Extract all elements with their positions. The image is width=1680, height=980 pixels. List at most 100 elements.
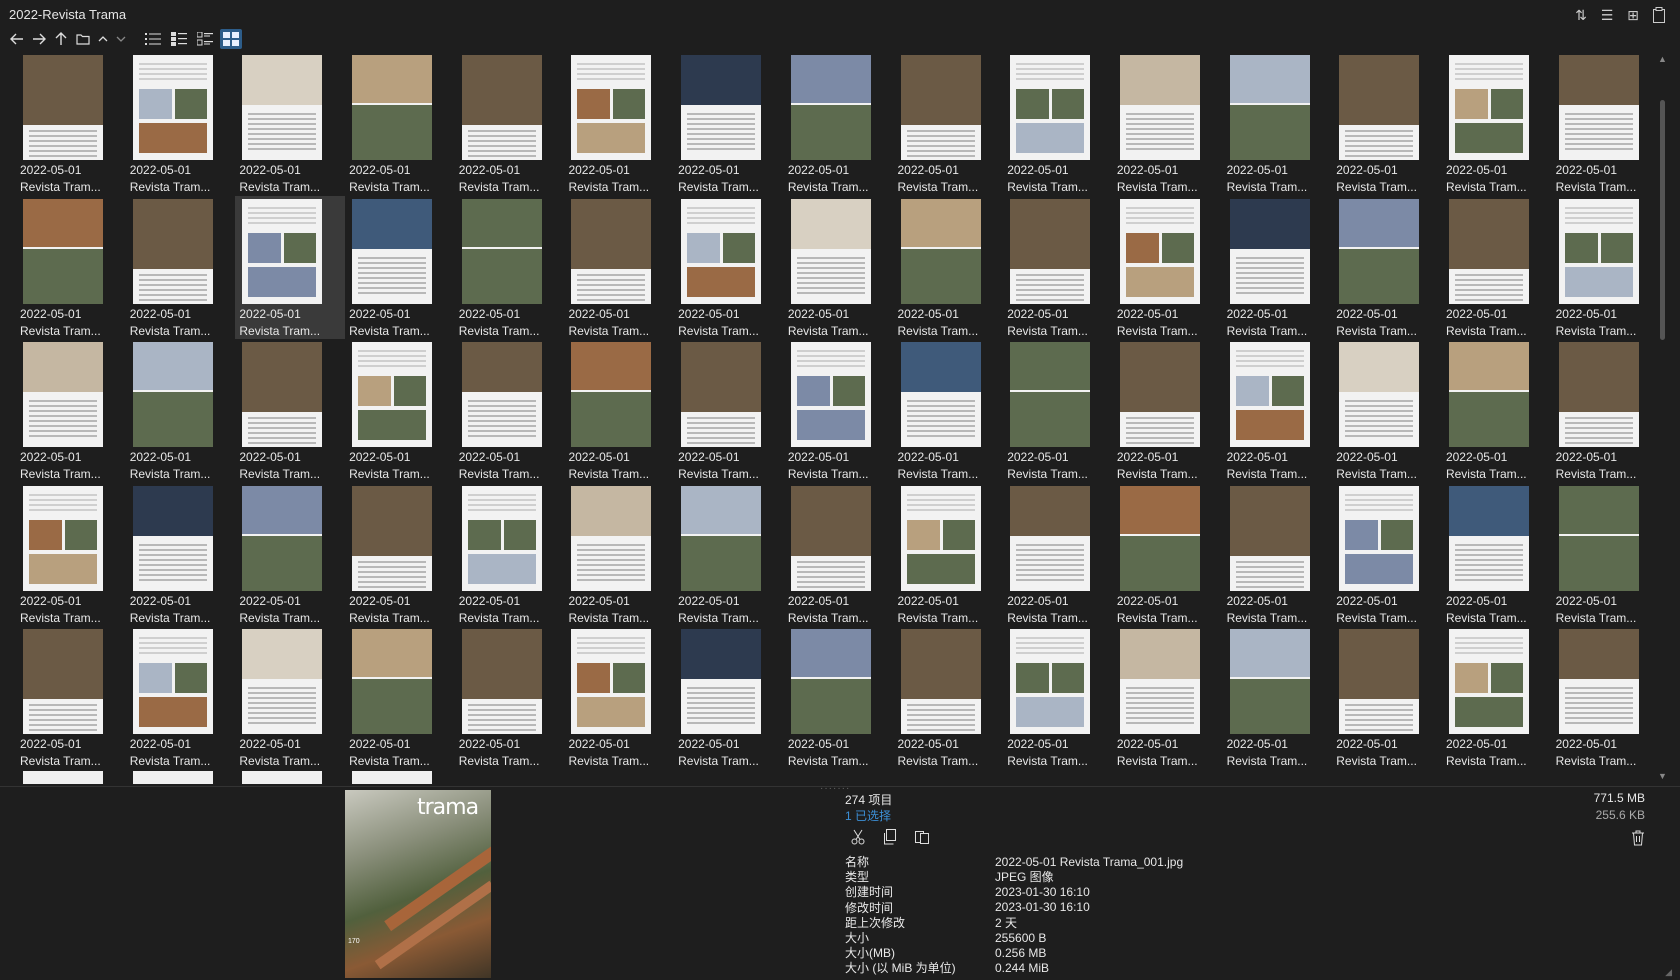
file-thumbnail-item[interactable]: 2022-05-01 Revista Tram... [894, 52, 1004, 196]
paste-icon[interactable] [913, 828, 931, 846]
file-thumbnail-item[interactable]: 2022-05-01 Revista Tram... [126, 626, 236, 770]
file-thumbnail-item[interactable]: 2022-05-01 Revista Tram... [235, 483, 345, 627]
file-thumbnail-item[interactable]: 2022-05-01 Revista Tram... [1332, 52, 1442, 196]
file-thumbnail-item[interactable]: 2022-05-01 Revista Tram... [345, 483, 455, 627]
back-icon[interactable] [8, 30, 26, 48]
clipboard-icon[interactable] [1650, 6, 1668, 24]
sort-icon[interactable]: ⇅ [1572, 6, 1590, 24]
partial-thumb[interactable] [242, 771, 323, 784]
list-view-icon[interactable] [142, 29, 164, 49]
file-thumbnail-item[interactable]: 2022-05-01 Revista Tram... [1113, 626, 1223, 770]
file-thumbnail-item[interactable]: 2022-05-01 Revista Tram... [345, 626, 455, 770]
file-thumbnail-item[interactable]: 2022-05-01 Revista Tram... [784, 339, 894, 483]
file-thumbnail-item[interactable]: 2022-05-01 Revista Tram... [1113, 339, 1223, 483]
file-thumbnail-item[interactable]: 2022-05-01 Revista Tram... [564, 196, 674, 340]
file-thumbnail-item[interactable]: 2022-05-01 Revista Tram... [1113, 483, 1223, 627]
copy-icon[interactable] [881, 828, 899, 846]
file-thumbnail-item[interactable]: 2022-05-01 Revista Tram... [1442, 52, 1552, 196]
details-icon[interactable]: ☰ [1598, 6, 1616, 24]
file-thumbnail-item[interactable]: 2022-05-01 Revista Tram... [455, 626, 565, 770]
cut-icon[interactable] [849, 828, 867, 846]
chevron-down-icon[interactable] [114, 30, 128, 48]
scroll-up-icon[interactable]: ▲ [1658, 54, 1667, 64]
file-thumbnail-item[interactable]: 2022-05-01 Revista Tram... [1223, 52, 1333, 196]
file-thumbnail-item[interactable]: 2022-05-01 Revista Tram... [16, 626, 126, 770]
file-thumbnail-item[interactable]: 2022-05-01 Revista Tram... [674, 52, 784, 196]
file-thumbnail-item[interactable]: 2022-05-01 Revista Tram... [1442, 196, 1552, 340]
file-thumbnail-item[interactable]: 2022-05-01 Revista Tram... [1223, 626, 1333, 770]
file-thumbnail-item[interactable]: 2022-05-01 Revista Tram... [1113, 52, 1223, 196]
vertical-scrollbar[interactable]: ▲ ▼ [1656, 50, 1670, 785]
file-thumbnail-item[interactable]: 2022-05-01 Revista Tram... [674, 339, 784, 483]
file-thumbnail-item[interactable]: 2022-05-01 Revista Tram... [345, 196, 455, 340]
file-thumbnail-item[interactable]: 2022-05-01 Revista Tram... [126, 196, 236, 340]
file-thumbnail-item[interactable]: 2022-05-01 Revista Tram... [1442, 483, 1552, 627]
file-thumbnail-item[interactable]: 2022-05-01 Revista Tram... [1223, 196, 1333, 340]
file-thumbnail-item[interactable]: 2022-05-01 Revista Tram... [1223, 483, 1333, 627]
file-thumbnail-item[interactable]: 2022-05-01 Revista Tram... [674, 483, 784, 627]
file-thumbnail-item[interactable]: 2022-05-01 Revista Tram... [1552, 196, 1652, 340]
file-thumbnail-item[interactable]: 2022-05-01 Revista Tram... [455, 483, 565, 627]
file-thumbnail-item[interactable]: 2022-05-01 Revista Tram... [1003, 52, 1113, 196]
file-thumbnail-item[interactable]: 2022-05-01 Revista Tram... [1552, 483, 1652, 627]
file-thumbnail-item[interactable]: 2022-05-01 Revista Tram... [126, 483, 236, 627]
chevron-up-icon[interactable] [96, 30, 110, 48]
file-thumbnail-item[interactable]: 2022-05-01 Revista Tram... [1003, 626, 1113, 770]
file-thumbnail-item[interactable]: 2022-05-01 Revista Tram... [894, 483, 1004, 627]
new-tab-icon[interactable]: ⊞ [1624, 6, 1642, 24]
file-thumbnail-item[interactable]: 2022-05-01 Revista Tram... [16, 339, 126, 483]
file-thumbnail-item[interactable]: 2022-05-01 Revista Tram... [1442, 339, 1552, 483]
file-thumbnail-item[interactable]: 2022-05-01 Revista Tram... [564, 626, 674, 770]
delete-icon[interactable] [1631, 830, 1645, 851]
file-thumbnail-item[interactable]: 2022-05-01 Revista Tram... [1113, 196, 1223, 340]
file-thumbnail-item[interactable]: 2022-05-01 Revista Tram... [784, 483, 894, 627]
folder-icon[interactable] [74, 30, 92, 48]
file-thumbnail-item[interactable]: 2022-05-01 Revista Tram... [16, 196, 126, 340]
up-icon[interactable] [52, 30, 70, 48]
file-thumbnail-item[interactable]: 2022-05-01 Revista Tram... [235, 195, 346, 339]
file-thumbnail-item[interactable]: 2022-05-01 Revista Tram... [235, 626, 345, 770]
file-thumbnail-item[interactable]: 2022-05-01 Revista Tram... [345, 52, 455, 196]
scrollbar-thumb[interactable] [1660, 100, 1665, 340]
file-thumbnail-item[interactable]: 2022-05-01 Revista Tram... [784, 626, 894, 770]
scroll-down-icon[interactable]: ▼ [1658, 771, 1667, 781]
file-thumbnail-item[interactable]: 2022-05-01 Revista Tram... [16, 52, 126, 196]
thumbnails-view-icon[interactable] [220, 29, 242, 49]
file-thumbnail-item[interactable]: 2022-05-01 Revista Tram... [455, 196, 565, 340]
file-thumbnail-item[interactable]: 2022-05-01 Revista Tram... [1552, 339, 1652, 483]
file-thumbnail-item[interactable]: 2022-05-01 Revista Tram... [126, 339, 236, 483]
file-thumbnail-item[interactable]: 2022-05-01 Revista Tram... [1552, 626, 1652, 770]
file-thumbnail-item[interactable]: 2022-05-01 Revista Tram... [235, 52, 345, 196]
file-thumbnail-item[interactable]: 2022-05-01 Revista Tram... [455, 339, 565, 483]
file-thumbnail-item[interactable]: 2022-05-01 Revista Tram... [1003, 339, 1113, 483]
file-thumbnail-item[interactable]: 2022-05-01 Revista Tram... [16, 483, 126, 627]
file-thumbnail-item[interactable]: 2022-05-01 Revista Tram... [1332, 626, 1442, 770]
file-thumbnail-item[interactable]: 2022-05-01 Revista Tram... [1332, 339, 1442, 483]
file-thumbnail-item[interactable]: 2022-05-01 Revista Tram... [345, 339, 455, 483]
file-thumbnail-item[interactable]: 2022-05-01 Revista Tram... [674, 626, 784, 770]
file-thumbnail-item[interactable]: 2022-05-01 Revista Tram... [564, 52, 674, 196]
file-thumbnail-item[interactable]: 2022-05-01 Revista Tram... [1332, 196, 1442, 340]
partial-thumb[interactable] [132, 771, 213, 784]
forward-icon[interactable] [30, 30, 48, 48]
file-thumbnail-item[interactable]: 2022-05-01 Revista Tram... [564, 339, 674, 483]
file-thumbnail-item[interactable]: 2022-05-01 Revista Tram... [674, 196, 784, 340]
file-thumbnail-item[interactable]: 2022-05-01 Revista Tram... [894, 626, 1004, 770]
file-thumbnail-item[interactable]: 2022-05-01 Revista Tram... [1003, 196, 1113, 340]
file-thumbnail-item[interactable]: 2022-05-01 Revista Tram... [564, 483, 674, 627]
file-thumbnail-item[interactable]: 2022-05-01 Revista Tram... [784, 52, 894, 196]
file-thumbnail-item[interactable]: 2022-05-01 Revista Tram... [455, 52, 565, 196]
partial-thumb[interactable] [23, 771, 103, 784]
file-thumbnail-item[interactable]: 2022-05-01 Revista Tram... [1552, 52, 1652, 196]
details-view-icon[interactable] [168, 29, 190, 49]
tiles-view-icon[interactable] [194, 29, 216, 49]
resize-grip-icon[interactable]: ◢ [1665, 967, 1672, 978]
file-thumbnail-item[interactable]: 2022-05-01 Revista Tram... [1223, 339, 1333, 483]
file-thumbnail-item[interactable]: 2022-05-01 Revista Tram... [126, 52, 236, 196]
partial-thumb[interactable] [352, 771, 433, 784]
file-thumbnail-item[interactable]: 2022-05-01 Revista Tram... [784, 196, 894, 340]
file-thumbnail-item[interactable]: 2022-05-01 Revista Tram... [1332, 483, 1442, 627]
file-thumbnail-item[interactable]: 2022-05-01 Revista Tram... [894, 339, 1004, 483]
selected-count[interactable]: 1 已选择 [845, 807, 891, 824]
file-thumbnail-item[interactable]: 2022-05-01 Revista Tram... [1003, 483, 1113, 627]
